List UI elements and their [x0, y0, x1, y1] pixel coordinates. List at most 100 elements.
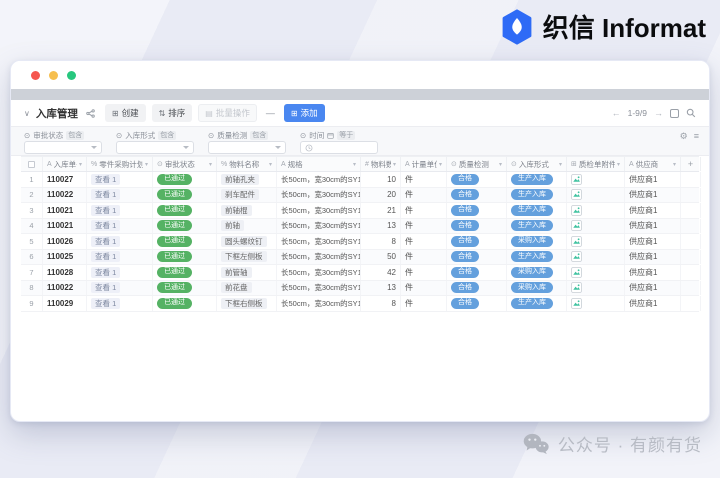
- cell-purchase-plan[interactable]: 查看 1: [87, 250, 153, 265]
- cell-quality[interactable]: 合格: [447, 250, 507, 265]
- cell-empty[interactable]: [681, 281, 701, 296]
- table-row[interactable]: 7110028查看 1已通过前管轴长50cm，宽30cm的SY142件合格采购入…: [21, 265, 699, 281]
- maximize-window-button[interactable]: [67, 71, 76, 80]
- column-header-supplier[interactable]: A供应商▾: [625, 157, 681, 171]
- cell-material[interactable]: 下框左侧板: [217, 250, 277, 265]
- cell-unit[interactable]: 件: [401, 188, 447, 203]
- cell-empty[interactable]: [681, 219, 701, 234]
- filter-inbound-form-select[interactable]: [116, 141, 194, 154]
- cell-supplier[interactable]: 供应商1: [625, 296, 681, 311]
- column-header-quality-check[interactable]: ⊙质量检测▾: [447, 157, 507, 171]
- table-row[interactable]: 8110022查看 1已通过前花盘长50cm，宽30cm的SY113件合格采购入…: [21, 281, 699, 297]
- cell-quality[interactable]: 合格: [447, 188, 507, 203]
- cell-unit[interactable]: 件: [401, 296, 447, 311]
- prev-page-arrow[interactable]: ←: [612, 108, 621, 118]
- filter-quality-select[interactable]: [208, 141, 286, 154]
- material-tag[interactable]: 前轴孔夹: [221, 174, 259, 185]
- view-link-tag[interactable]: 查看 1: [91, 174, 120, 185]
- table-row[interactable]: 2110022查看 1已通过刹车配件长50cm，宽30cm的SY120件合格生产…: [21, 188, 699, 204]
- cell-purchase-plan[interactable]: 查看 1: [87, 296, 153, 311]
- column-header-material-qty[interactable]: #物料数量▾: [361, 157, 401, 171]
- cell-order-no[interactable]: 110022: [43, 188, 87, 203]
- cell-spec[interactable]: 长50cm，宽30cm的SY1: [277, 265, 361, 280]
- cell-purchase-plan[interactable]: 查看 1: [87, 281, 153, 296]
- cell-unit[interactable]: 件: [401, 234, 447, 249]
- cell-quality[interactable]: 合格: [447, 172, 507, 187]
- table-row[interactable]: 6110025查看 1已通过下框左侧板长50cm，宽30cm的SY150件合格生…: [21, 250, 699, 266]
- cell-qty[interactable]: 21: [361, 203, 401, 218]
- cell-attachment[interactable]: [567, 172, 625, 187]
- cell-empty[interactable]: [681, 296, 701, 311]
- cell-spec[interactable]: 长50cm，宽30cm的SY1: [277, 172, 361, 187]
- cell-qty[interactable]: 13: [361, 219, 401, 234]
- view-link-tag[interactable]: 查看 1: [91, 298, 120, 309]
- cell-approval[interactable]: 已通过: [153, 296, 217, 311]
- cell-attachment[interactable]: [567, 296, 625, 311]
- cell-inbound-form[interactable]: 生产入库: [507, 296, 567, 311]
- cell-unit[interactable]: 件: [401, 203, 447, 218]
- material-tag[interactable]: 前管轴: [221, 267, 252, 278]
- cell-quality[interactable]: 合格: [447, 219, 507, 234]
- table-row[interactable]: 3110021查看 1已通过前轴棍长50cm，宽30cm的SY121件合格生产入…: [21, 203, 699, 219]
- cell-quality[interactable]: 合格: [447, 296, 507, 311]
- cell-spec[interactable]: 长50cm，宽30cm的SY1: [277, 250, 361, 265]
- cell-inbound-form[interactable]: 生产入库: [507, 250, 567, 265]
- cell-material[interactable]: 刹车配件: [217, 188, 277, 203]
- cell-purchase-plan[interactable]: 查看 1: [87, 172, 153, 187]
- material-tag[interactable]: 前花盘: [221, 282, 252, 293]
- cell-empty[interactable]: [681, 234, 701, 249]
- batch-actions-button[interactable]: ▤ 批量操作: [198, 104, 257, 122]
- cell-material[interactable]: 前管轴: [217, 265, 277, 280]
- cell-empty[interactable]: [681, 265, 701, 280]
- view-link-tag[interactable]: 查看 1: [91, 220, 120, 231]
- material-tag[interactable]: 圆头螺纹钉: [221, 236, 267, 247]
- cell-supplier[interactable]: 供应商1: [625, 188, 681, 203]
- cell-purchase-plan[interactable]: 查看 1: [87, 265, 153, 280]
- filter-time-input[interactable]: [300, 141, 378, 154]
- cell-supplier[interactable]: 供应商1: [625, 265, 681, 280]
- next-page-arrow[interactable]: →: [654, 108, 663, 118]
- view-link-tag[interactable]: 查看 1: [91, 251, 120, 262]
- cell-spec[interactable]: 长50cm，宽30cm的SY1: [277, 234, 361, 249]
- cell-purchase-plan[interactable]: 查看 1: [87, 219, 153, 234]
- column-header-select[interactable]: [21, 157, 43, 171]
- cell-qty[interactable]: 8: [361, 296, 401, 311]
- cell-approval[interactable]: 已通过: [153, 281, 217, 296]
- row-number[interactable]: 6: [21, 250, 43, 265]
- row-number[interactable]: 1: [21, 172, 43, 187]
- column-header-add-field[interactable]: +: [681, 157, 701, 171]
- fullscreen-icon[interactable]: [670, 109, 679, 118]
- cell-approval[interactable]: 已通过: [153, 234, 217, 249]
- cell-attachment[interactable]: [567, 234, 625, 249]
- view-link-tag[interactable]: 查看 1: [91, 205, 120, 216]
- cell-spec[interactable]: 长50cm，宽30cm的SY1: [277, 296, 361, 311]
- cell-order-no[interactable]: 110022: [43, 281, 87, 296]
- table-row[interactable]: 1110027查看 1已通过前轴孔夹长50cm，宽30cm的SY110件合格生产…: [21, 172, 699, 188]
- cell-inbound-form[interactable]: 生产入库: [507, 219, 567, 234]
- cell-spec[interactable]: 长50cm，宽30cm的SY1: [277, 188, 361, 203]
- view-link-tag[interactable]: 查看 1: [91, 282, 120, 293]
- material-tag[interactable]: 下框左侧板: [221, 251, 267, 262]
- select-all-checkbox[interactable]: [28, 161, 35, 168]
- view-link-tag[interactable]: 查看 1: [91, 236, 120, 247]
- column-header-material-name[interactable]: %物料名称▾: [217, 157, 277, 171]
- cell-supplier[interactable]: 供应商1: [625, 250, 681, 265]
- cell-inbound-form[interactable]: 采购入库: [507, 265, 567, 280]
- create-button[interactable]: ⊞ 创建: [105, 104, 146, 122]
- cell-material[interactable]: 下框右侧板: [217, 296, 277, 311]
- cell-material[interactable]: 前轴棍: [217, 203, 277, 218]
- column-header-unit[interactable]: A计量单位▾: [401, 157, 447, 171]
- cell-empty[interactable]: [681, 203, 701, 218]
- column-header-qc-attachment[interactable]: ⊞质检单附件▾: [567, 157, 625, 171]
- cell-attachment[interactable]: [567, 188, 625, 203]
- cell-spec[interactable]: 长50cm，宽30cm的SY1: [277, 219, 361, 234]
- cell-quality[interactable]: 合格: [447, 281, 507, 296]
- cell-supplier[interactable]: 供应商1: [625, 172, 681, 187]
- filter-operator-tag[interactable]: 包含: [158, 131, 176, 140]
- filter-approval-select[interactable]: [24, 141, 102, 154]
- cell-material[interactable]: 前轴孔夹: [217, 172, 277, 187]
- row-number[interactable]: 9: [21, 296, 43, 311]
- cell-order-no[interactable]: 110028: [43, 265, 87, 280]
- cell-inbound-form[interactable]: 采购入库: [507, 281, 567, 296]
- cell-attachment[interactable]: [567, 281, 625, 296]
